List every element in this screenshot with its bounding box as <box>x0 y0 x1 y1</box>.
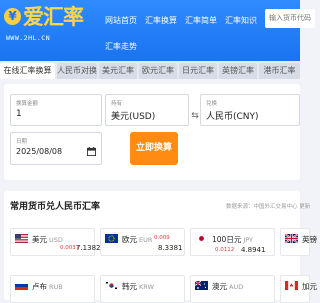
rate-cell-rub[interactable]: 卢布 RUB <box>10 275 95 303</box>
amount-label: 换算金额 <box>16 101 39 107</box>
site-logo[interactable]: ¥ 爱汇率 WWW.2HL.CN <box>4 5 96 45</box>
currency-name: 卢布 RUB <box>32 282 63 291</box>
amount-value: 1 <box>16 109 22 119</box>
currency-name: 澳元 AUD <box>212 282 244 291</box>
currency-name: 韩元 KRW <box>122 282 154 291</box>
rate-change: 0.009 <box>154 235 170 241</box>
amount-field[interactable]: 换算金额 1 <box>10 94 102 126</box>
rate-value: 8.3381 <box>158 244 183 252</box>
currency-name: 加元 <box>302 282 317 291</box>
ru-flag-icon <box>15 281 28 290</box>
uk-flag-icon <box>285 234 298 243</box>
from-currency-select[interactable]: 持有 美元(USD) <box>105 94 189 126</box>
logo-url: WWW.2HL.CN <box>6 34 51 42</box>
rate-cell-gbp[interactable]: 英镑 <box>280 228 317 256</box>
date-value: 2025/08/08 <box>16 147 63 156</box>
rate-cell-krw[interactable]: 韩元 KRW <box>100 275 185 303</box>
converter-card: 换算金额 1 持有 美元(USD) ⇆ 兑换 人民币(CNY) 日期 2025/… <box>4 84 300 180</box>
date-field[interactable]: 日期 2025/08/08 <box>10 132 102 165</box>
eu-flag-icon <box>105 234 118 243</box>
rate-cell-cad[interactable]: 加元 <box>280 275 317 303</box>
converter-tabs: 在线汇率换算 人民币对换 美元汇率 欧元汇率 日元汇率 英镑汇率 港币汇率 <box>0 61 300 79</box>
rate-cell-usd[interactable]: 美元 USD 0.0037 7.1382 <box>10 228 101 256</box>
convert-button[interactable]: 立即换算 <box>130 132 178 165</box>
rate-value: 4.8941 <box>241 246 266 254</box>
search-input[interactable] <box>265 9 315 28</box>
to-label: 兑换 <box>206 101 218 107</box>
rate-cell-aud[interactable]: 澳元 AUD <box>190 275 275 303</box>
nav-item-trend[interactable]: 汇率走势 <box>105 41 137 52</box>
rate-cell-eur[interactable]: 欧元 EUR 0.009 8.3381 <box>100 228 185 256</box>
rate-value: 7.1382 <box>76 244 101 252</box>
us-flag-icon <box>15 234 28 243</box>
tab-usd[interactable]: 美元汇率 <box>99 63 137 79</box>
nav-item-rates[interactable]: 汇率简单 <box>185 15 217 26</box>
rate-change: 0.0112 <box>215 247 235 253</box>
nav-item-knowledge[interactable]: 汇率知识 <box>225 15 257 26</box>
date-label: 日期 <box>16 139 28 145</box>
nav-item-home[interactable]: 网站首页 <box>105 15 137 26</box>
logo-title: 爱汇率 <box>23 5 84 29</box>
tab-gbp[interactable]: 英镑汇率 <box>219 63 257 79</box>
ca-flag-icon <box>285 281 298 290</box>
rates-source: 数据来源：中国外汇交易中心 更新 <box>226 204 311 210</box>
currency-name: 欧元 EUR <box>122 235 153 244</box>
nav-item-converter[interactable]: 汇率换算 <box>145 15 177 26</box>
jp-flag-icon <box>195 234 208 243</box>
tab-hkd[interactable]: 港币汇率 <box>259 63 300 79</box>
au-flag-icon <box>195 281 208 290</box>
tab-eur[interactable]: 欧元汇率 <box>139 63 177 79</box>
top-header: ¥ 爱汇率 WWW.2HL.CN 网站首页 汇率换算 汇率简单 汇率知识 汇率走… <box>0 0 315 61</box>
tab-rmb[interactable]: 人民币对换 <box>57 63 97 79</box>
currency-name: 英镑 <box>302 235 317 244</box>
tab-online-converter[interactable]: 在线汇率换算 <box>0 63 55 79</box>
to-currency-select[interactable]: 兑换 人民币(CNY) <box>200 94 300 126</box>
calendar-icon[interactable] <box>87 147 96 156</box>
from-value: 美元(USD) <box>111 112 156 122</box>
rates-title: 常用货币兑人民币汇率 <box>10 202 101 212</box>
common-rates-card: 常用货币兑人民币汇率 数据来源：中国外汇交易中心 更新 美元 USD 0.0037… <box>4 191 317 303</box>
logo-coin-icon: ¥ <box>4 8 21 25</box>
currency-name: 美元 USD <box>32 235 63 244</box>
rate-cell-jpy[interactable]: 100日元 JPY 0.0112 4.8941 <box>190 228 275 256</box>
kr-flag-icon <box>105 281 118 290</box>
tab-jpy[interactable]: 日元汇率 <box>179 63 217 79</box>
from-label: 持有 <box>111 101 123 107</box>
to-value: 人民币(CNY) <box>206 112 259 122</box>
currency-name: 100日元 JPY <box>212 235 253 244</box>
